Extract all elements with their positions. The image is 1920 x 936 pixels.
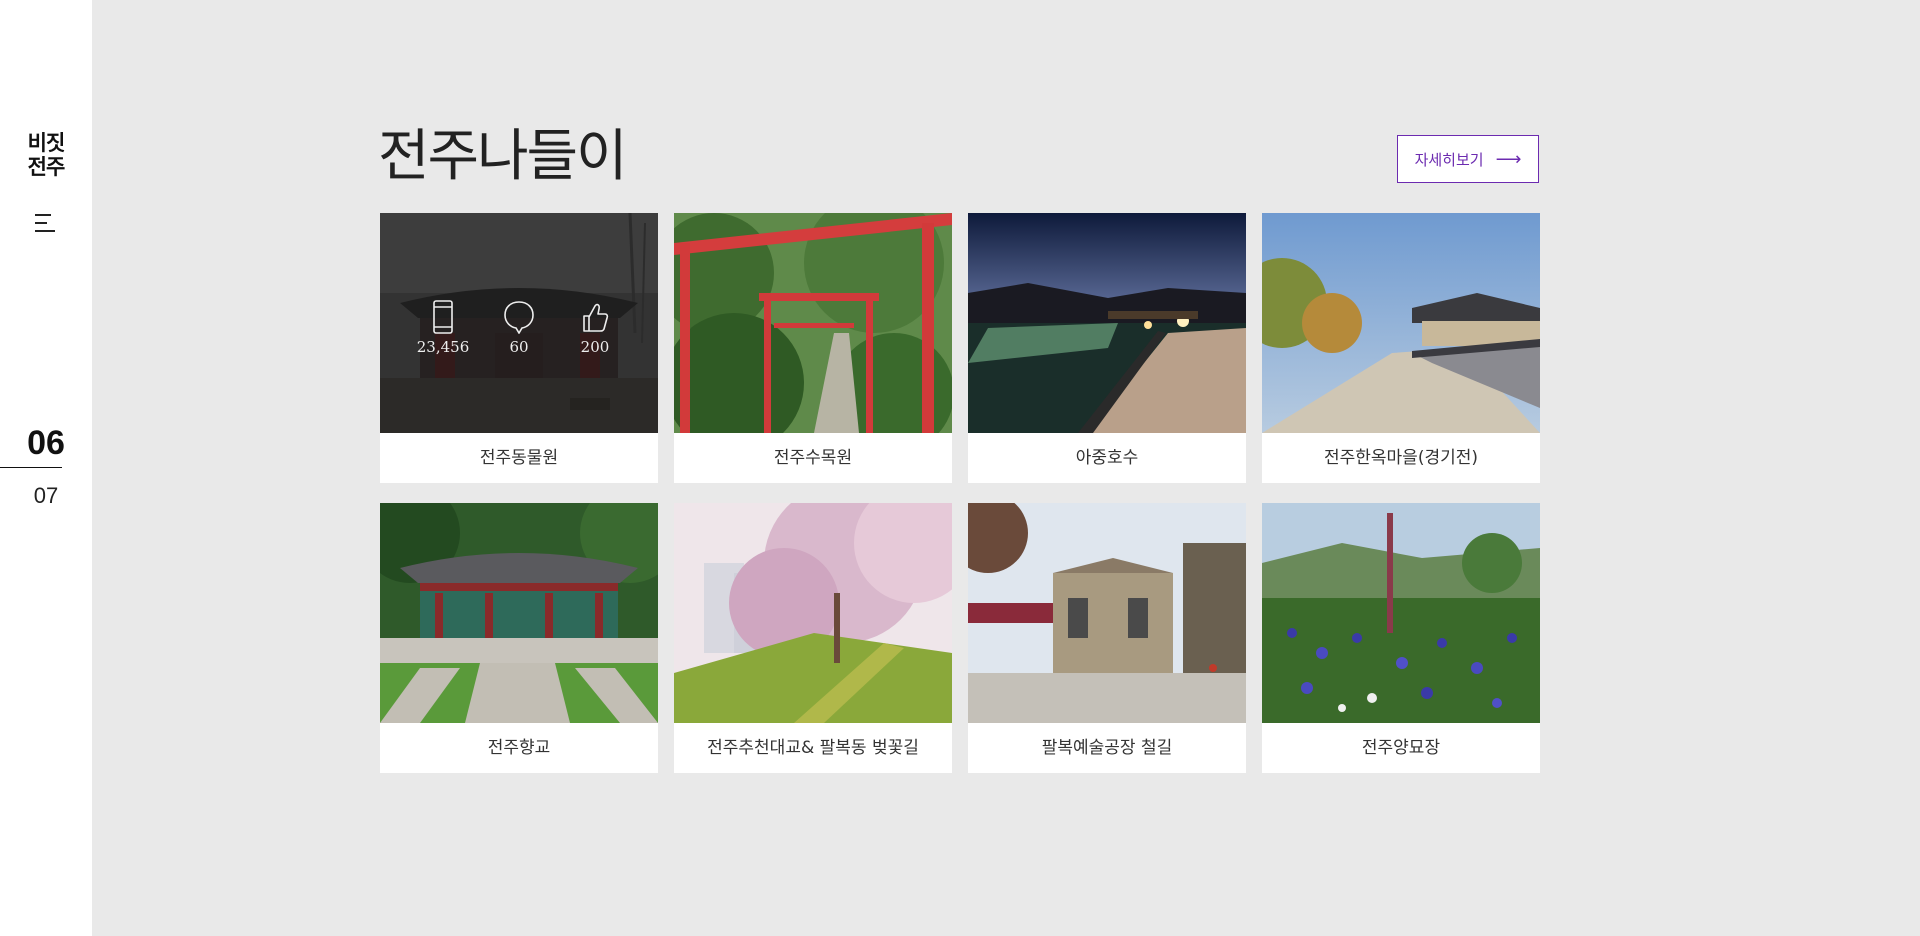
page-next[interactable]: 07: [0, 483, 92, 509]
comments-count: 60: [509, 338, 529, 356]
night-lake-boardwalk-photo: [968, 213, 1246, 433]
hyanggyo-hall-photo: [380, 503, 658, 723]
jeonju-zoo-gate-photo: 23,456 60 200: [380, 213, 658, 433]
card-label: 전주양묘장: [1262, 723, 1540, 773]
stats-overlay: 23,456 60 200: [380, 213, 658, 433]
page-divider: [0, 467, 62, 468]
arrow-right-icon: ⟶: [1495, 148, 1522, 170]
card-label: 팔복예술공장 철길: [968, 723, 1246, 773]
page-current: 06: [27, 424, 65, 462]
logo[interactable]: 비짓 전주: [0, 131, 92, 179]
thumbs-up-icon: [583, 303, 609, 332]
card-label: 아중호수: [968, 433, 1246, 483]
card-jeonju-hyanggyo[interactable]: 전주향교: [380, 503, 658, 773]
card-label: 전주동물원: [380, 433, 658, 483]
card-cherry-blossom-road[interactable]: 전주추천대교& 팔복동 벚꽃길: [674, 503, 952, 773]
sidebar: 비짓 전주 06 07: [0, 0, 92, 936]
red-arches-garden-photo: [674, 213, 952, 433]
comments-stat: 60: [494, 300, 544, 356]
logo-line-2: 전주: [27, 155, 66, 179]
page-title: 전주나들이: [378, 124, 628, 189]
card-palbok-art-factory[interactable]: 팔복예술공장 철길: [968, 503, 1246, 773]
logo-line-1: 비짓: [27, 131, 66, 155]
hamburger-icon[interactable]: [33, 214, 57, 232]
card-label: 전주한옥마을(경기전): [1262, 433, 1540, 483]
likes-stat: 200: [570, 300, 620, 356]
card-ajung-lake[interactable]: 아중호수: [968, 213, 1246, 483]
card-label: 전주향교: [380, 723, 658, 773]
cornflower-field-photo: [1262, 503, 1540, 723]
speech-bubble-icon: [504, 301, 534, 334]
card-jeonju-arboretum[interactable]: 전주수목원: [674, 213, 952, 483]
card-jeonju-nursery[interactable]: 전주양묘장: [1262, 503, 1540, 773]
likes-count: 200: [580, 338, 610, 356]
view-more-label: 자세히보기: [1414, 150, 1484, 169]
view-more-button[interactable]: 자세히보기 ⟶: [1397, 135, 1539, 183]
card-label: 전주추천대교& 팔복동 벚꽃길: [674, 723, 952, 773]
hanok-village-wall-photo: [1262, 213, 1540, 433]
mobile-phone-icon: [433, 300, 453, 334]
card-hanok-village[interactable]: 전주한옥마을(경기전): [1262, 213, 1540, 483]
cherry-blossom-road-photo: [674, 503, 952, 723]
views-count: 23,456: [416, 338, 470, 356]
art-factory-buildings-photo: [968, 503, 1246, 723]
views-stat: 23,456: [416, 300, 470, 356]
card-jeonju-zoo[interactable]: 23,456 60 200 전주동물원: [380, 213, 658, 483]
card-label: 전주수목원: [674, 433, 952, 483]
